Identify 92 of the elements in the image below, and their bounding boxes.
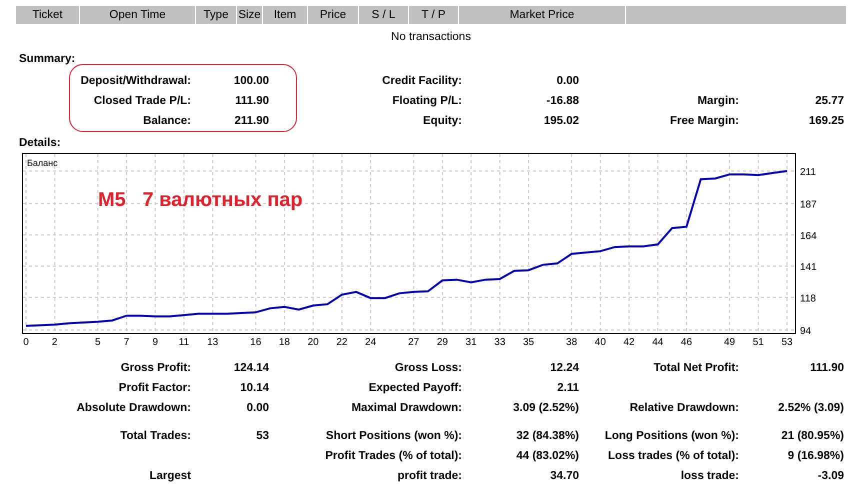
- y-tick-label: 164: [800, 230, 817, 242]
- x-tick-label: 38: [566, 337, 578, 348]
- section-title: Summary:: [19, 53, 76, 65]
- x-tick-label: 13: [207, 337, 218, 348]
- x-tick-label: 53: [781, 337, 793, 348]
- stat-label: Credit Facility:: [381, 75, 462, 87]
- stat-label: Balance:: [142, 115, 191, 127]
- x-tick-label: 51: [752, 337, 764, 348]
- stat-value: 21 (80.95%): [780, 430, 844, 442]
- stat-label: Maximal Drawdown:: [350, 402, 462, 414]
- x-tick-label: 2: [52, 337, 58, 348]
- chart-title: Баланс: [27, 158, 58, 168]
- stat-label: Gross Profit:: [120, 362, 191, 374]
- stat-label: Total Net Profit:: [652, 362, 739, 374]
- x-tick-label: 42: [624, 337, 635, 348]
- stat-label: Loss trades (% of total):: [607, 450, 739, 462]
- stat-value: -3.09: [816, 470, 844, 482]
- stat-label: Profit Factor:: [118, 382, 191, 394]
- stat-value: 0.00: [246, 402, 269, 414]
- y-tick-label: 118: [800, 293, 816, 304]
- y-tick-label: 187: [800, 200, 817, 211]
- stat-label: Profit Trades (% of total):: [324, 450, 462, 462]
- x-tick-label: 22: [336, 337, 348, 348]
- stat-value: 111.90: [234, 95, 269, 107]
- stat-value: 195.02: [542, 115, 579, 127]
- stat-value: 0.00: [556, 75, 579, 87]
- stat-value: 12.24: [549, 362, 579, 374]
- column-header: Item: [263, 6, 307, 24]
- stat-label: Margin:: [696, 95, 739, 107]
- stat-label: Total Trades:: [119, 430, 191, 442]
- column-header: Price: [308, 6, 358, 24]
- stat-label: Free Margin:: [668, 115, 739, 127]
- stat-value: 32 (84.38%): [515, 430, 579, 442]
- x-tick-label: 29: [436, 337, 448, 348]
- y-tick-label: 211: [800, 167, 816, 178]
- stat-value: 9 (16.98%): [786, 450, 844, 462]
- stat-value: 34.70: [549, 470, 579, 482]
- stat-label: Long Positions (won %):: [604, 430, 739, 442]
- x-tick-label: 11: [178, 337, 190, 348]
- stat-value: 44 (83.02%): [515, 450, 579, 462]
- x-tick-label: 40: [594, 337, 606, 348]
- y-tick-label: 94: [800, 326, 812, 337]
- stat-label: profit trade:: [396, 470, 462, 482]
- stat-value: 3.09 (2.52%): [512, 402, 579, 414]
- x-tick-label: 44: [652, 337, 664, 348]
- stat-value: 10.14: [239, 382, 269, 394]
- stat-value: 111.90: [809, 362, 844, 374]
- stat-value: 25.77: [814, 95, 844, 107]
- x-tick-label: 49: [724, 337, 736, 348]
- column-header: Market Price: [459, 6, 625, 24]
- stat-label: Closed Trade P/L:: [92, 95, 191, 107]
- stat-label: Short Positions (won %):: [324, 430, 462, 442]
- stat-label: loss trade:: [680, 470, 739, 482]
- stat-value: 211.90: [233, 115, 269, 127]
- section-title: Details:: [19, 137, 61, 149]
- stat-value: -16.88: [545, 95, 579, 107]
- stat-value: 53: [255, 430, 269, 442]
- column-header: Open Time: [80, 6, 195, 24]
- column-header: S / L: [359, 6, 408, 24]
- x-tick-label: 31: [466, 337, 477, 348]
- x-tick-label: 7: [124, 337, 130, 348]
- x-tick-label: 24: [365, 337, 376, 348]
- x-tick-label: 33: [494, 337, 506, 348]
- y-tick-label: 141: [800, 262, 817, 274]
- stat-label: Deposit/Withdrawal:: [80, 75, 191, 87]
- x-tick-label: 5: [95, 337, 101, 348]
- stat-label: Expected Payoff:: [368, 382, 462, 394]
- empty-message: No transactions: [390, 30, 472, 45]
- x-tick-label: 20: [308, 337, 319, 348]
- column-header: Ticket: [16, 6, 79, 24]
- x-tick-label: 0: [23, 337, 29, 348]
- chart-caption: M5 7 валютных пар: [98, 189, 303, 212]
- stat-label: Largest: [148, 470, 191, 482]
- stat-value: 100.00: [232, 75, 269, 87]
- stat-label: Gross Loss:: [394, 362, 462, 374]
- x-tick-label: 35: [522, 337, 534, 348]
- stat-label: Equity:: [422, 115, 462, 127]
- x-tick-label: 16: [250, 337, 262, 348]
- x-tick-label: 27: [408, 337, 420, 348]
- x-tick-label: 18: [278, 337, 290, 348]
- stat-value: 124.14: [232, 362, 269, 374]
- x-tick-label: 9: [152, 337, 158, 348]
- stat-value: 2.11: [556, 382, 579, 394]
- stat-label: Relative Drawdown:: [628, 402, 739, 414]
- stat-label: Floating P/L:: [391, 95, 462, 107]
- x-tick-label: 46: [680, 337, 692, 348]
- stat-value: 2.52% (3.09): [777, 402, 844, 414]
- column-header: Size: [237, 6, 262, 24]
- column-header: T / P: [409, 6, 458, 24]
- column-header: Type: [196, 6, 236, 24]
- stat-label: Absolute Drawdown:: [76, 402, 191, 414]
- stat-value: 169.25: [808, 115, 844, 127]
